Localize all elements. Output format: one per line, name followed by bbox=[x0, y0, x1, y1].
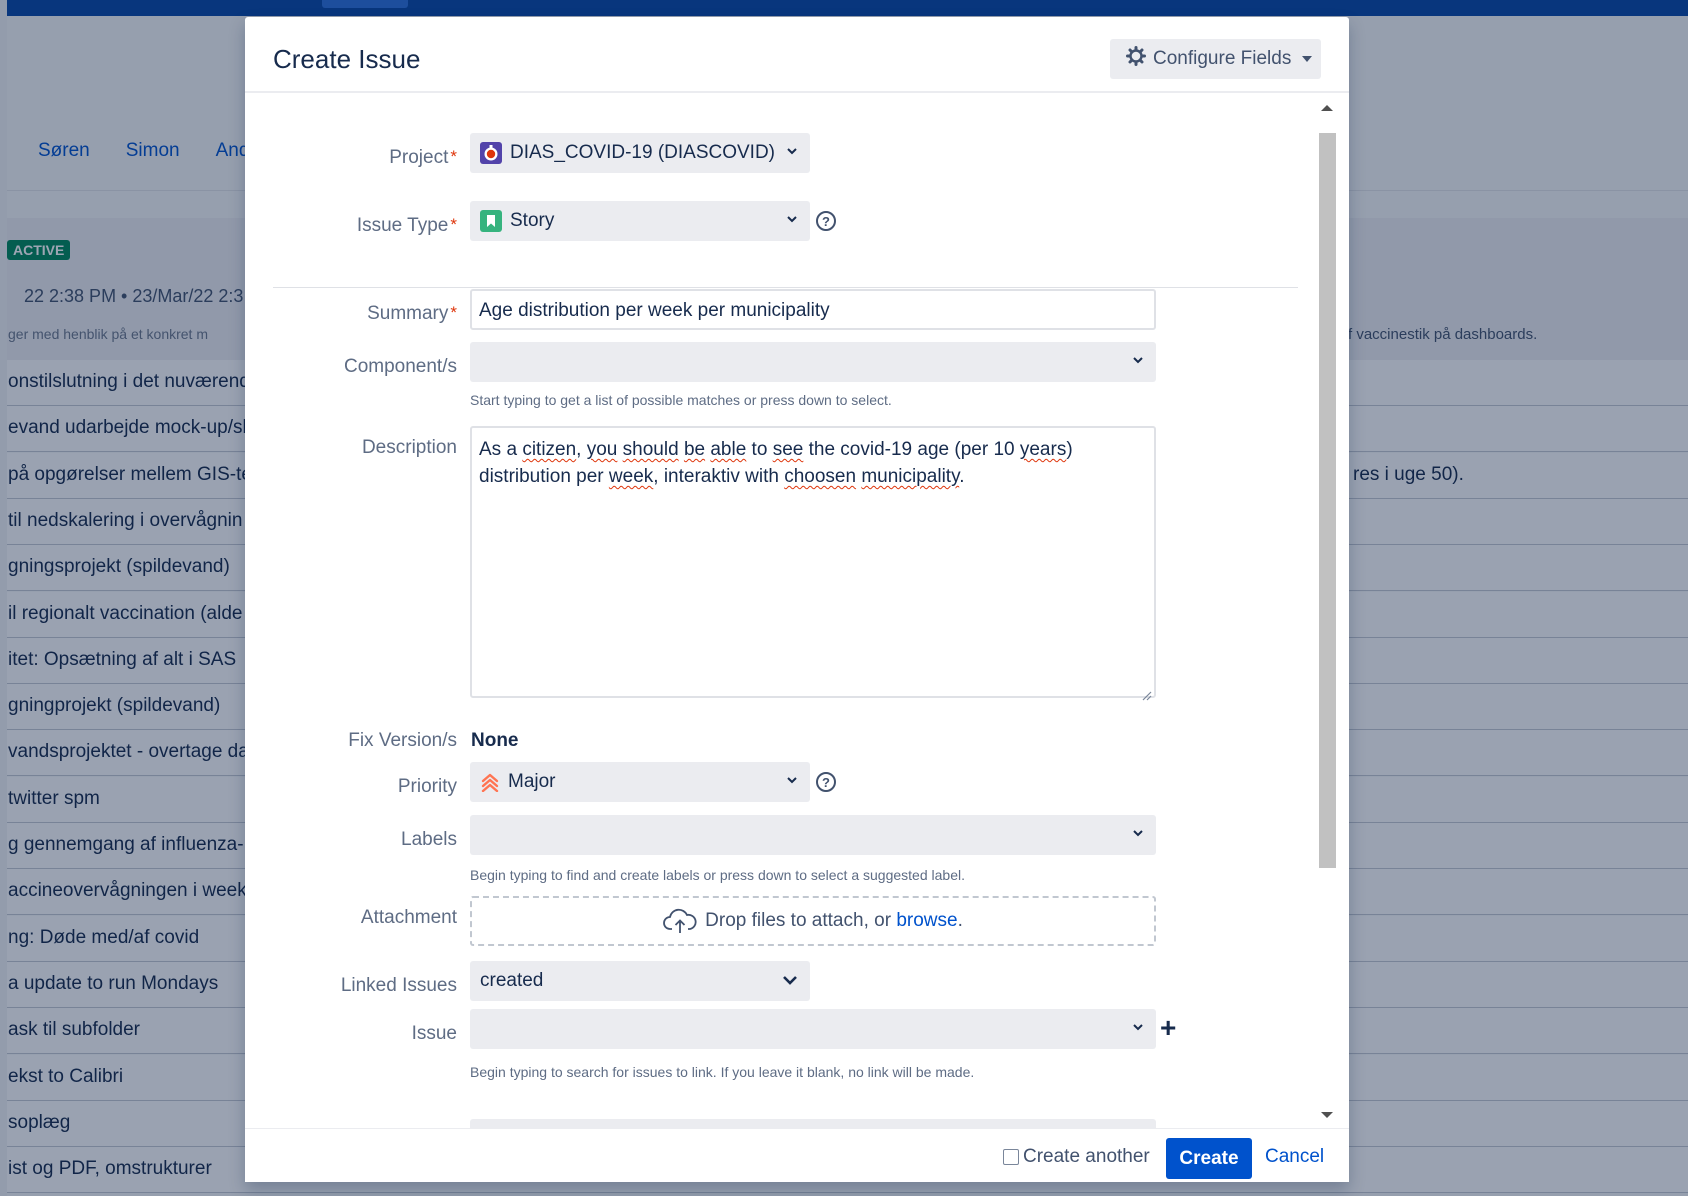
gear-icon bbox=[1126, 46, 1146, 72]
spellcheck-word: municipality bbox=[861, 466, 960, 487]
attachment-label-wrap: Attachment bbox=[245, 907, 457, 929]
dialog-header: Create Issue Configure Fields bbox=[245, 17, 1349, 93]
attachment-dropzone[interactable]: Drop files to attach, or browse. bbox=[470, 896, 1156, 946]
caret-down-icon bbox=[1302, 56, 1313, 62]
description-textarea[interactable]: As a citizen, you should be able to see … bbox=[470, 426, 1156, 701]
linked-issues-label-wrap: Linked Issues bbox=[245, 975, 457, 997]
chevron-down-icon bbox=[784, 211, 800, 227]
dialog-title: Create Issue bbox=[273, 44, 421, 74]
spellcheck-word: years bbox=[1019, 439, 1067, 460]
summary-label: Summary * bbox=[367, 303, 457, 324]
priority-major-icon bbox=[480, 772, 500, 792]
description-text: distribution per bbox=[479, 466, 609, 487]
labels-label: Labels bbox=[401, 829, 457, 850]
project-label: Project * bbox=[389, 147, 457, 168]
chevron-down-icon bbox=[784, 772, 800, 788]
chevron-down-icon bbox=[1130, 352, 1146, 368]
priority-select[interactable]: Major bbox=[470, 762, 810, 802]
project-avatar-icon bbox=[480, 142, 502, 164]
create-another-checkbox[interactable]: Create another bbox=[1003, 1146, 1150, 1168]
components-label: Component/s bbox=[343, 356, 457, 377]
description-text: . bbox=[959, 466, 965, 487]
description-line: As a citizen, you should be able to see … bbox=[479, 436, 1147, 463]
components-label-wrap: Component/s bbox=[245, 356, 457, 378]
fix-versions-value: None bbox=[471, 730, 519, 751]
chevron-down-icon bbox=[780, 970, 800, 990]
issue-select[interactable] bbox=[470, 1009, 1156, 1049]
cloud-upload-icon bbox=[663, 908, 697, 934]
fix-versions-label: Fix Version/s bbox=[348, 730, 457, 751]
project-value: DIAS_COVID-19 (DIASCOVID) bbox=[510, 142, 775, 163]
labels-label-wrap: Labels bbox=[245, 829, 457, 851]
create-another-label: Create another bbox=[1023, 1146, 1150, 1167]
next-field-select[interactable] bbox=[470, 1119, 1156, 1128]
linked-issues-value: created bbox=[480, 970, 544, 991]
labels-select[interactable] bbox=[470, 815, 1156, 855]
summary-label-wrap: Summary * bbox=[245, 303, 457, 325]
help-icon[interactable]: ? bbox=[816, 772, 836, 792]
spellcheck-word: be bbox=[683, 439, 706, 460]
description-text: , interaktiv with bbox=[653, 466, 785, 487]
spellcheck-word: citizen bbox=[522, 439, 577, 460]
components-hint: Start typing to get a list of possible m… bbox=[470, 392, 892, 408]
section-divider bbox=[273, 287, 1298, 288]
create-issue-dialog: Create Issue Configure Fields Project * D… bbox=[245, 17, 1349, 1182]
configure-fields-button[interactable]: Configure Fields bbox=[1110, 39, 1321, 79]
issue-hint: Begin typing to search for issues to lin… bbox=[470, 1064, 975, 1080]
priority-label: Priority bbox=[397, 776, 457, 797]
dialog-scrollbar[interactable] bbox=[1317, 95, 1337, 1128]
issue-label: Issue bbox=[411, 1023, 457, 1044]
spellcheck-word: able bbox=[710, 439, 747, 460]
issue-label-wrap: Issue bbox=[245, 1023, 457, 1045]
scroll-down-icon[interactable] bbox=[1321, 1112, 1333, 1118]
issue-type-value: Story bbox=[510, 210, 555, 231]
story-icon bbox=[480, 210, 502, 232]
add-issue-link-icon[interactable]: + bbox=[1160, 1014, 1176, 1042]
attachment-label: Attachment bbox=[360, 907, 457, 928]
description-text: ) bbox=[1066, 439, 1073, 460]
browse-link[interactable]: browse bbox=[896, 910, 957, 931]
fix-versions-label-wrap: Fix Version/s bbox=[245, 730, 457, 752]
description-text: to bbox=[746, 439, 773, 460]
resize-handle-icon[interactable] bbox=[1140, 682, 1152, 701]
help-icon[interactable]: ? bbox=[816, 211, 836, 231]
configure-fields-label: Configure Fields bbox=[1153, 48, 1292, 69]
components-select[interactable] bbox=[470, 342, 1156, 382]
issue-type-label-wrap: Issue Type * bbox=[245, 215, 457, 237]
priority-value: Major bbox=[508, 771, 556, 792]
summary-input[interactable]: Age distribution per week per municipali… bbox=[470, 289, 1156, 330]
labels-hint: Begin typing to find and create labels o… bbox=[470, 867, 965, 883]
description-text: the covid-19 age (per 10 bbox=[803, 439, 1020, 460]
linked-issues-label: Linked Issues bbox=[340, 975, 457, 996]
dialog-body[interactable]: Project * DIAS_COVID-19 (DIASCOVID) Issue… bbox=[245, 95, 1349, 1128]
attachment-text: Drop files to attach, or browse. bbox=[705, 910, 963, 931]
linked-issues-select[interactable]: created bbox=[470, 961, 810, 1001]
description-label: Description bbox=[361, 437, 457, 458]
checkbox[interactable] bbox=[1003, 1149, 1019, 1165]
spellcheck-word: should bbox=[622, 439, 679, 460]
chevron-down-icon bbox=[1130, 1019, 1146, 1035]
description-text: , bbox=[576, 439, 587, 460]
issue-type-label: Issue Type * bbox=[356, 215, 457, 236]
cancel-button[interactable]: Cancel bbox=[1265, 1146, 1324, 1168]
issue-type-select[interactable]: Story bbox=[470, 201, 810, 241]
chevron-down-icon bbox=[784, 143, 800, 159]
project-label-wrap: Project * bbox=[245, 147, 457, 169]
description-text: As a bbox=[479, 439, 523, 460]
priority-label-wrap: Priority bbox=[245, 776, 457, 798]
spellcheck-word: see bbox=[772, 439, 804, 460]
description-label-wrap: Description bbox=[245, 437, 457, 459]
project-select[interactable]: DIAS_COVID-19 (DIASCOVID) bbox=[470, 133, 810, 173]
chevron-down-icon bbox=[1130, 825, 1146, 841]
spellcheck-word: choosen bbox=[784, 466, 857, 487]
dialog-footer: Create another Create Cancel bbox=[245, 1128, 1349, 1182]
spellcheck-word: you bbox=[586, 439, 618, 460]
description-line: distribution per week, interaktiv with c… bbox=[479, 463, 1147, 490]
spellcheck-word: week bbox=[608, 466, 654, 487]
scrollbar-thumb[interactable] bbox=[1319, 133, 1336, 868]
create-button[interactable]: Create bbox=[1166, 1138, 1252, 1179]
scroll-up-icon[interactable] bbox=[1321, 105, 1333, 111]
